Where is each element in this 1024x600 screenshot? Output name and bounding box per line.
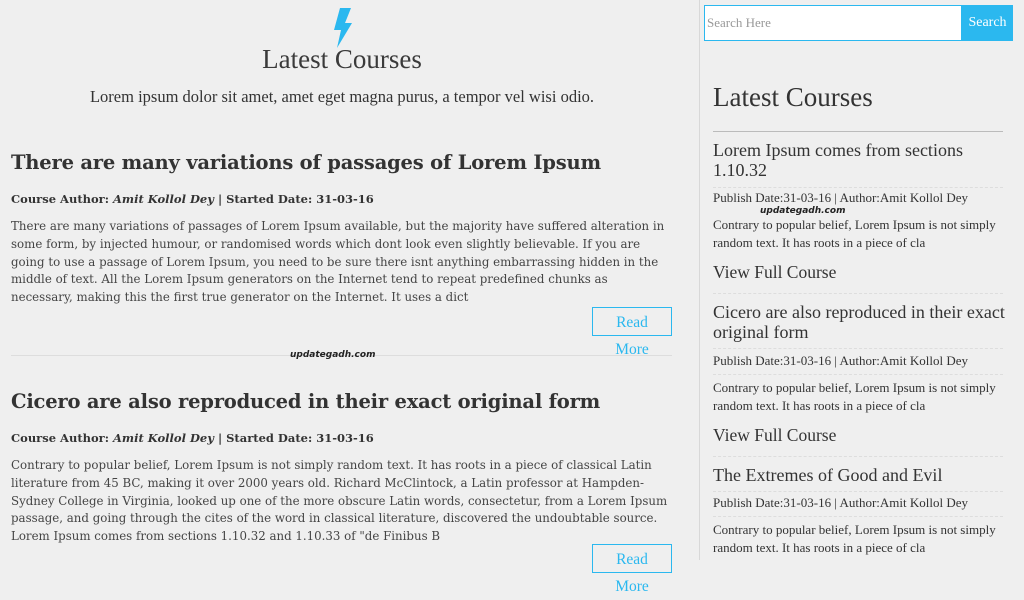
page-title: Latest Courses: [262, 44, 422, 74]
post-date: | Started Date: 31-03-16: [213, 431, 374, 445]
sidebar-separator: [713, 491, 1003, 492]
post-title[interactable]: There are many variations of passages of…: [11, 151, 672, 174]
main-content: Latest Courses Lorem ipsum dolor sit ame…: [0, 0, 684, 595]
read-more-button[interactable]: Read More: [592, 307, 672, 358]
course-post: Cicero are also reproduced in their exac…: [11, 390, 672, 546]
lightning-bolt-icon: [334, 8, 352, 48]
post-body: There are many variations of passages of…: [11, 219, 665, 305]
search-input[interactable]: [704, 5, 962, 41]
sidebar-course-title[interactable]: The Extremes of Good and Evil: [713, 465, 1005, 486]
sidebar-title: Latest Courses: [713, 82, 873, 112]
post-meta: Course Author: Amit Kollol Dey | Started…: [11, 431, 672, 445]
course-post: There are many variations of passages of…: [11, 151, 672, 307]
page-subtitle: Lorem ipsum dolor sit amet, amet eget ma…: [89, 87, 595, 106]
sidebar-course-excerpt: Contrary to popular belief, Lorem Ipsum …: [713, 217, 996, 250]
sidebar-separator: [713, 516, 1003, 517]
post-title[interactable]: Cicero are also reproduced in their exac…: [11, 390, 672, 413]
post-meta: Course Author: Amit Kollol Dey | Started…: [11, 192, 672, 206]
sidebar-course-excerpt: Contrary to popular belief, Lorem Ipsum …: [713, 380, 996, 413]
post-author: Amit Kollol Dey: [112, 192, 214, 206]
sidebar-course-excerpt: Contrary to popular belief, Lorem Ipsum …: [713, 522, 996, 555]
post-body: Contrary to popular belief, Lorem Ipsum …: [11, 458, 668, 544]
meta-label: Course Author:: [11, 192, 113, 206]
search-button[interactable]: Search: [962, 5, 1013, 41]
view-full-course-link[interactable]: View Full Course: [713, 262, 836, 283]
watermark-text: updategadh.com: [290, 350, 376, 360]
sidebar-course-title[interactable]: Lorem Ipsum comes from sections 1.10.32: [713, 140, 1005, 180]
watermark-text: updategadh.com: [760, 206, 846, 216]
sidebar-separator: [713, 293, 1003, 294]
sidebar-course-meta: Publish Date:31-03-16 | Author:Amit Koll…: [713, 495, 969, 510]
sidebar-separator: [713, 456, 1003, 457]
sidebar-course-meta: Publish Date:31-03-16 | Author:Amit Koll…: [713, 190, 969, 205]
sidebar-title-rule: [713, 131, 1003, 132]
view-full-course-link[interactable]: View Full Course: [713, 425, 836, 446]
post-author: Amit Kollol Dey: [112, 431, 214, 445]
sidebar-separator: [713, 187, 1003, 188]
search-bar: Search: [704, 5, 1013, 41]
post-date: | Started Date: 31-03-16: [213, 192, 374, 206]
sidebar-course-title[interactable]: Cicero are also reproduced in their exac…: [713, 302, 1005, 342]
sidebar-divider: [699, 0, 700, 560]
sidebar-separator: [713, 348, 1003, 349]
sidebar-separator: [713, 374, 1003, 375]
meta-label: Course Author:: [11, 431, 113, 445]
read-more-button[interactable]: Read More: [592, 544, 672, 595]
sidebar-course-meta: Publish Date:31-03-16 | Author:Amit Koll…: [713, 353, 969, 368]
